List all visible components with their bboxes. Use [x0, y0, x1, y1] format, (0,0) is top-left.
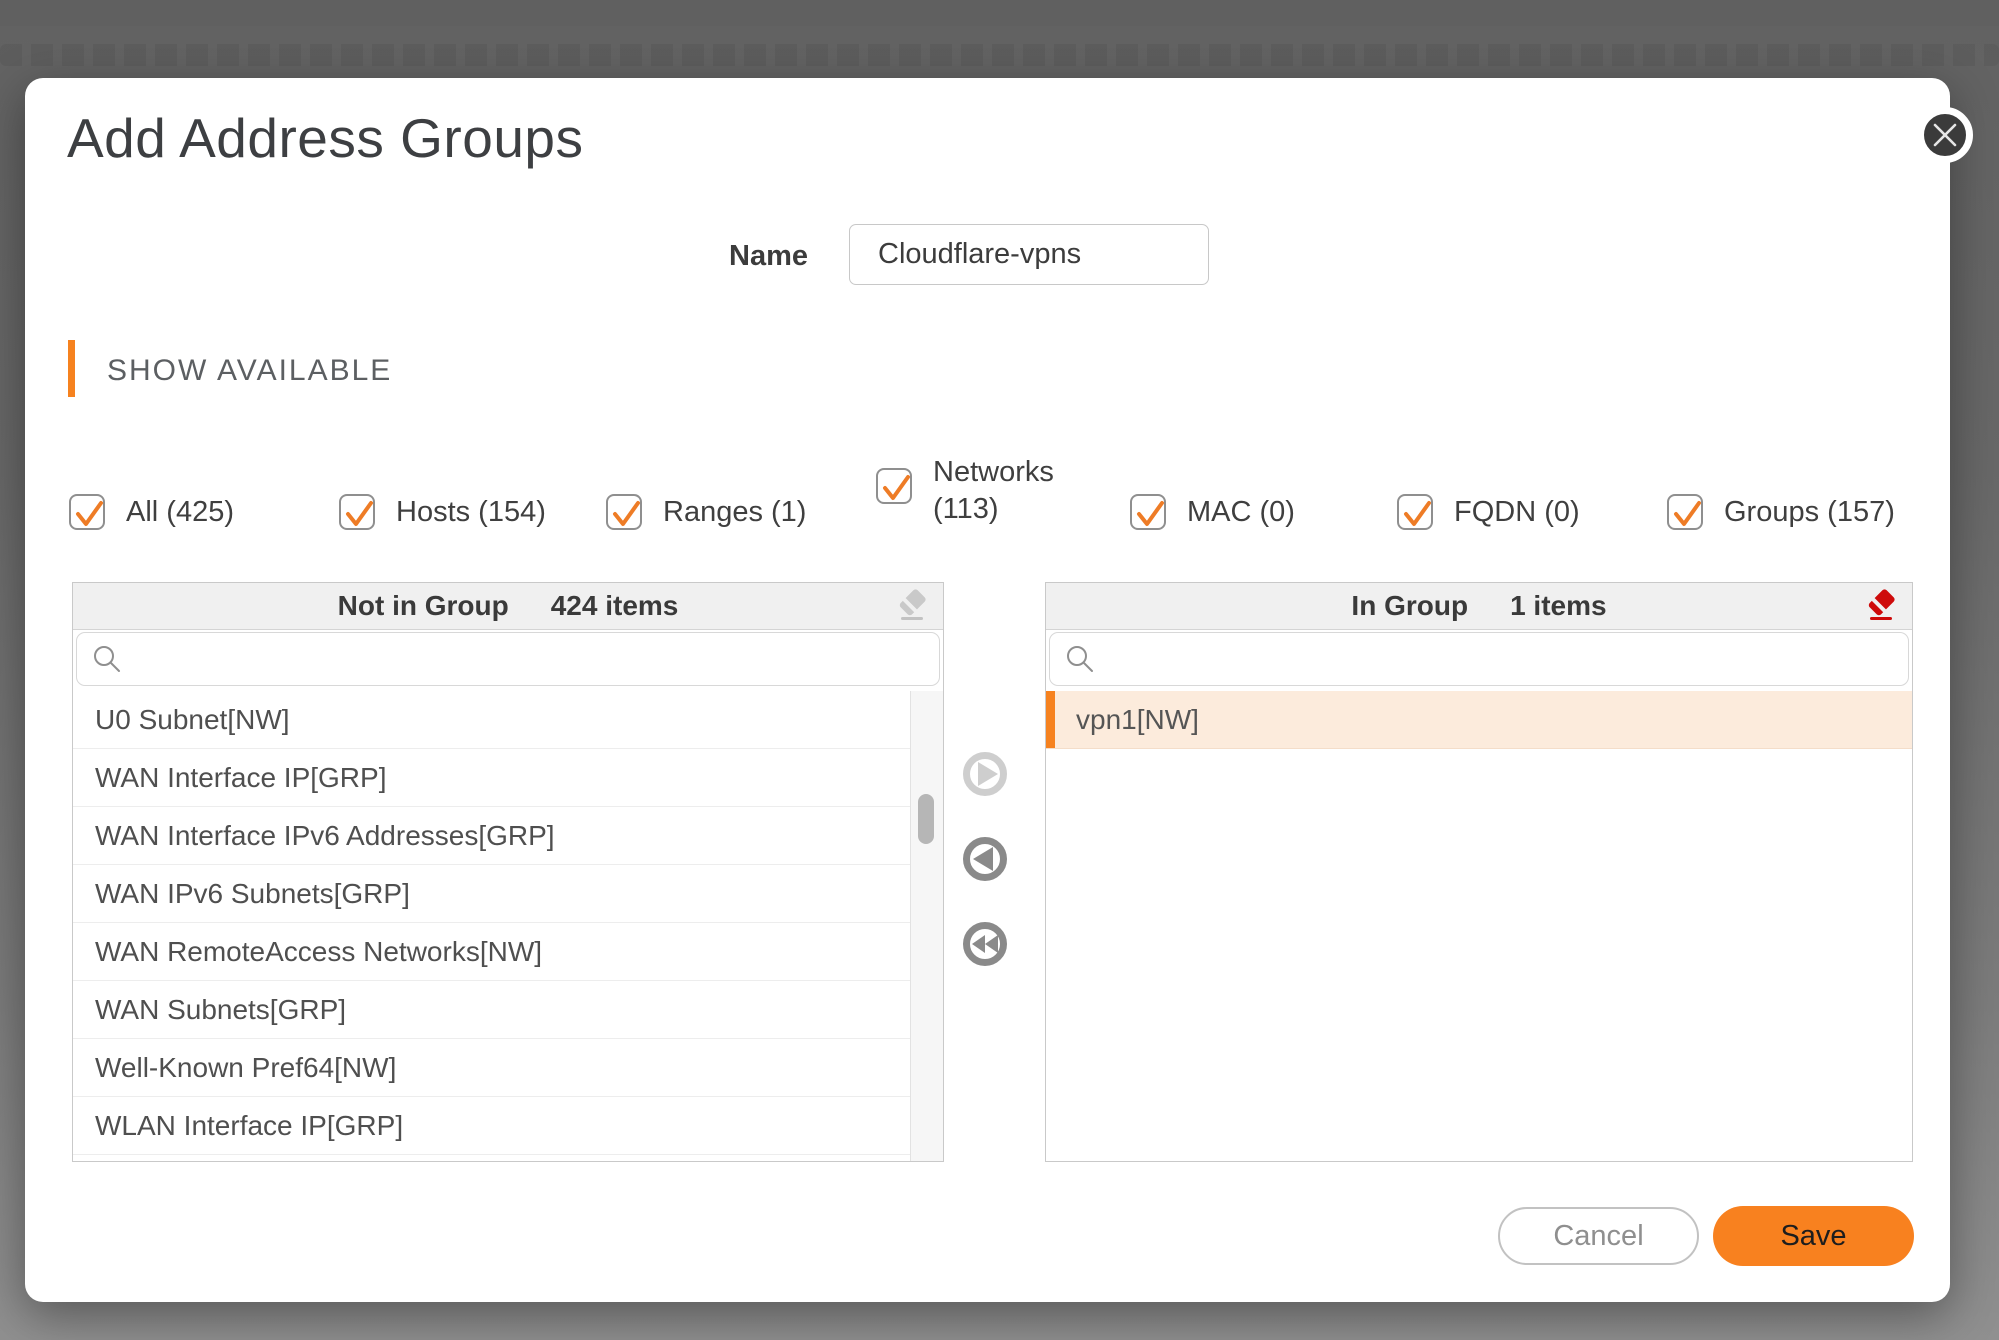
filter-item-mac: MAC (0): [1130, 494, 1295, 530]
list-item[interactable]: WAN IPv6 Subnets[GRP]: [73, 865, 911, 923]
filter-checkbox-hosts[interactable]: [339, 494, 375, 530]
move-all-left-button[interactable]: [963, 922, 1007, 966]
list-item[interactable]: U0 Subnet[NW]: [73, 691, 911, 749]
close-button[interactable]: [1917, 107, 1973, 163]
page-title: Add Address Groups: [67, 106, 584, 170]
in-group-list-panel: In Group 1 items vpn1[NW]: [1045, 582, 1913, 1162]
section-accent-bar: [68, 340, 75, 397]
in-group-search-box: [1049, 632, 1909, 686]
move-all-left-icon: [985, 935, 998, 953]
filter-label: All (425): [126, 494, 234, 530]
check-icon: [1398, 494, 1436, 532]
name-input[interactable]: [849, 224, 1209, 285]
filter-label: Ranges (1): [663, 494, 806, 530]
scrollbar-track[interactable]: [910, 691, 943, 1161]
eraser-icon: [1863, 588, 1899, 624]
filter-label: Hosts (154): [396, 494, 546, 530]
available-panel-title: Not in Group: [338, 590, 509, 622]
filter-item-hosts: Hosts (154): [339, 494, 546, 530]
filter-label: FQDN (0): [1454, 494, 1580, 530]
name-label: Name: [625, 239, 808, 273]
available-list: U0 Subnet[NW] WAN Interface IP[GRP] WAN …: [73, 691, 911, 1161]
move-right-icon: [978, 762, 998, 786]
filter-item-fqdn: FQDN (0): [1397, 494, 1580, 530]
clear-in-group-button[interactable]: [1863, 588, 1899, 624]
available-panel-header: Not in Group 424 items: [73, 583, 943, 630]
filter-item-all: All (425): [69, 494, 234, 530]
filter-item-groups: Groups (157): [1667, 494, 1895, 530]
close-icon: [1928, 118, 1962, 152]
move-left-icon: [973, 847, 993, 871]
filter-label: Networks (113): [933, 454, 1083, 528]
backdrop-texture-band: [0, 0, 1999, 26]
filter-label: Groups (157): [1724, 494, 1895, 530]
check-icon: [1131, 494, 1169, 532]
cancel-button[interactable]: Cancel: [1498, 1207, 1699, 1265]
available-list-panel: Not in Group 424 items U0 Subnet[NW]: [72, 582, 944, 1162]
filter-checkbox-groups[interactable]: [1667, 494, 1703, 530]
check-icon: [70, 494, 108, 532]
filter-checkbox-mac[interactable]: [1130, 494, 1166, 530]
eraser-icon: [894, 588, 930, 624]
clear-available-button[interactable]: [894, 588, 930, 624]
in-group-panel-header: In Group 1 items: [1046, 583, 1912, 630]
in-group-search-input[interactable]: [1050, 633, 1908, 685]
list-item[interactable]: Well-Known Pref64[NW]: [73, 1039, 911, 1097]
section-title: SHOW AVAILABLE: [107, 354, 392, 388]
check-icon: [340, 494, 378, 532]
search-icon: [91, 643, 125, 677]
list-item[interactable]: WAN Subnets[GRP]: [73, 981, 911, 1039]
move-all-left-icon: [972, 935, 985, 953]
available-search-box: [76, 632, 940, 686]
filter-label: MAC (0): [1187, 494, 1295, 530]
check-icon: [877, 468, 915, 506]
scrollbar-thumb[interactable]: [918, 794, 934, 844]
move-right-button[interactable]: [963, 752, 1007, 796]
list-item[interactable]: WAN Interface IP[GRP]: [73, 749, 911, 807]
list-item[interactable]: WAN RemoteAccess Networks[NW]: [73, 923, 911, 981]
filter-checkbox-all[interactable]: [69, 494, 105, 530]
available-panel-count: 424 items: [551, 590, 679, 622]
in-group-list: vpn1[NW]: [1046, 691, 1912, 1161]
available-search-input[interactable]: [77, 633, 939, 685]
backdrop-texture-tabs: [0, 44, 1999, 66]
filter-item-networks: Networks (113): [876, 468, 1083, 528]
list-item[interactable]: WAN Interface IPv6 Addresses[GRP]: [73, 807, 911, 865]
in-group-panel-title: In Group: [1351, 590, 1468, 622]
filter-item-ranges: Ranges (1): [606, 494, 806, 530]
search-icon: [1064, 643, 1098, 677]
list-item[interactable]: WLAN Interface IP[GRP]: [73, 1097, 911, 1155]
filter-checkbox-fqdn[interactable]: [1397, 494, 1433, 530]
save-button[interactable]: Save: [1713, 1206, 1914, 1266]
filter-checkbox-ranges[interactable]: [606, 494, 642, 530]
move-left-button[interactable]: [963, 837, 1007, 881]
filter-checkbox-networks[interactable]: [876, 468, 912, 504]
in-group-panel-count: 1 items: [1510, 590, 1607, 622]
list-item-selected[interactable]: vpn1[NW]: [1046, 691, 1912, 749]
check-icon: [607, 494, 645, 532]
add-address-groups-dialog: Add Address Groups Name SHOW AVAILABLE A…: [25, 78, 1950, 1302]
check-icon: [1668, 494, 1706, 532]
